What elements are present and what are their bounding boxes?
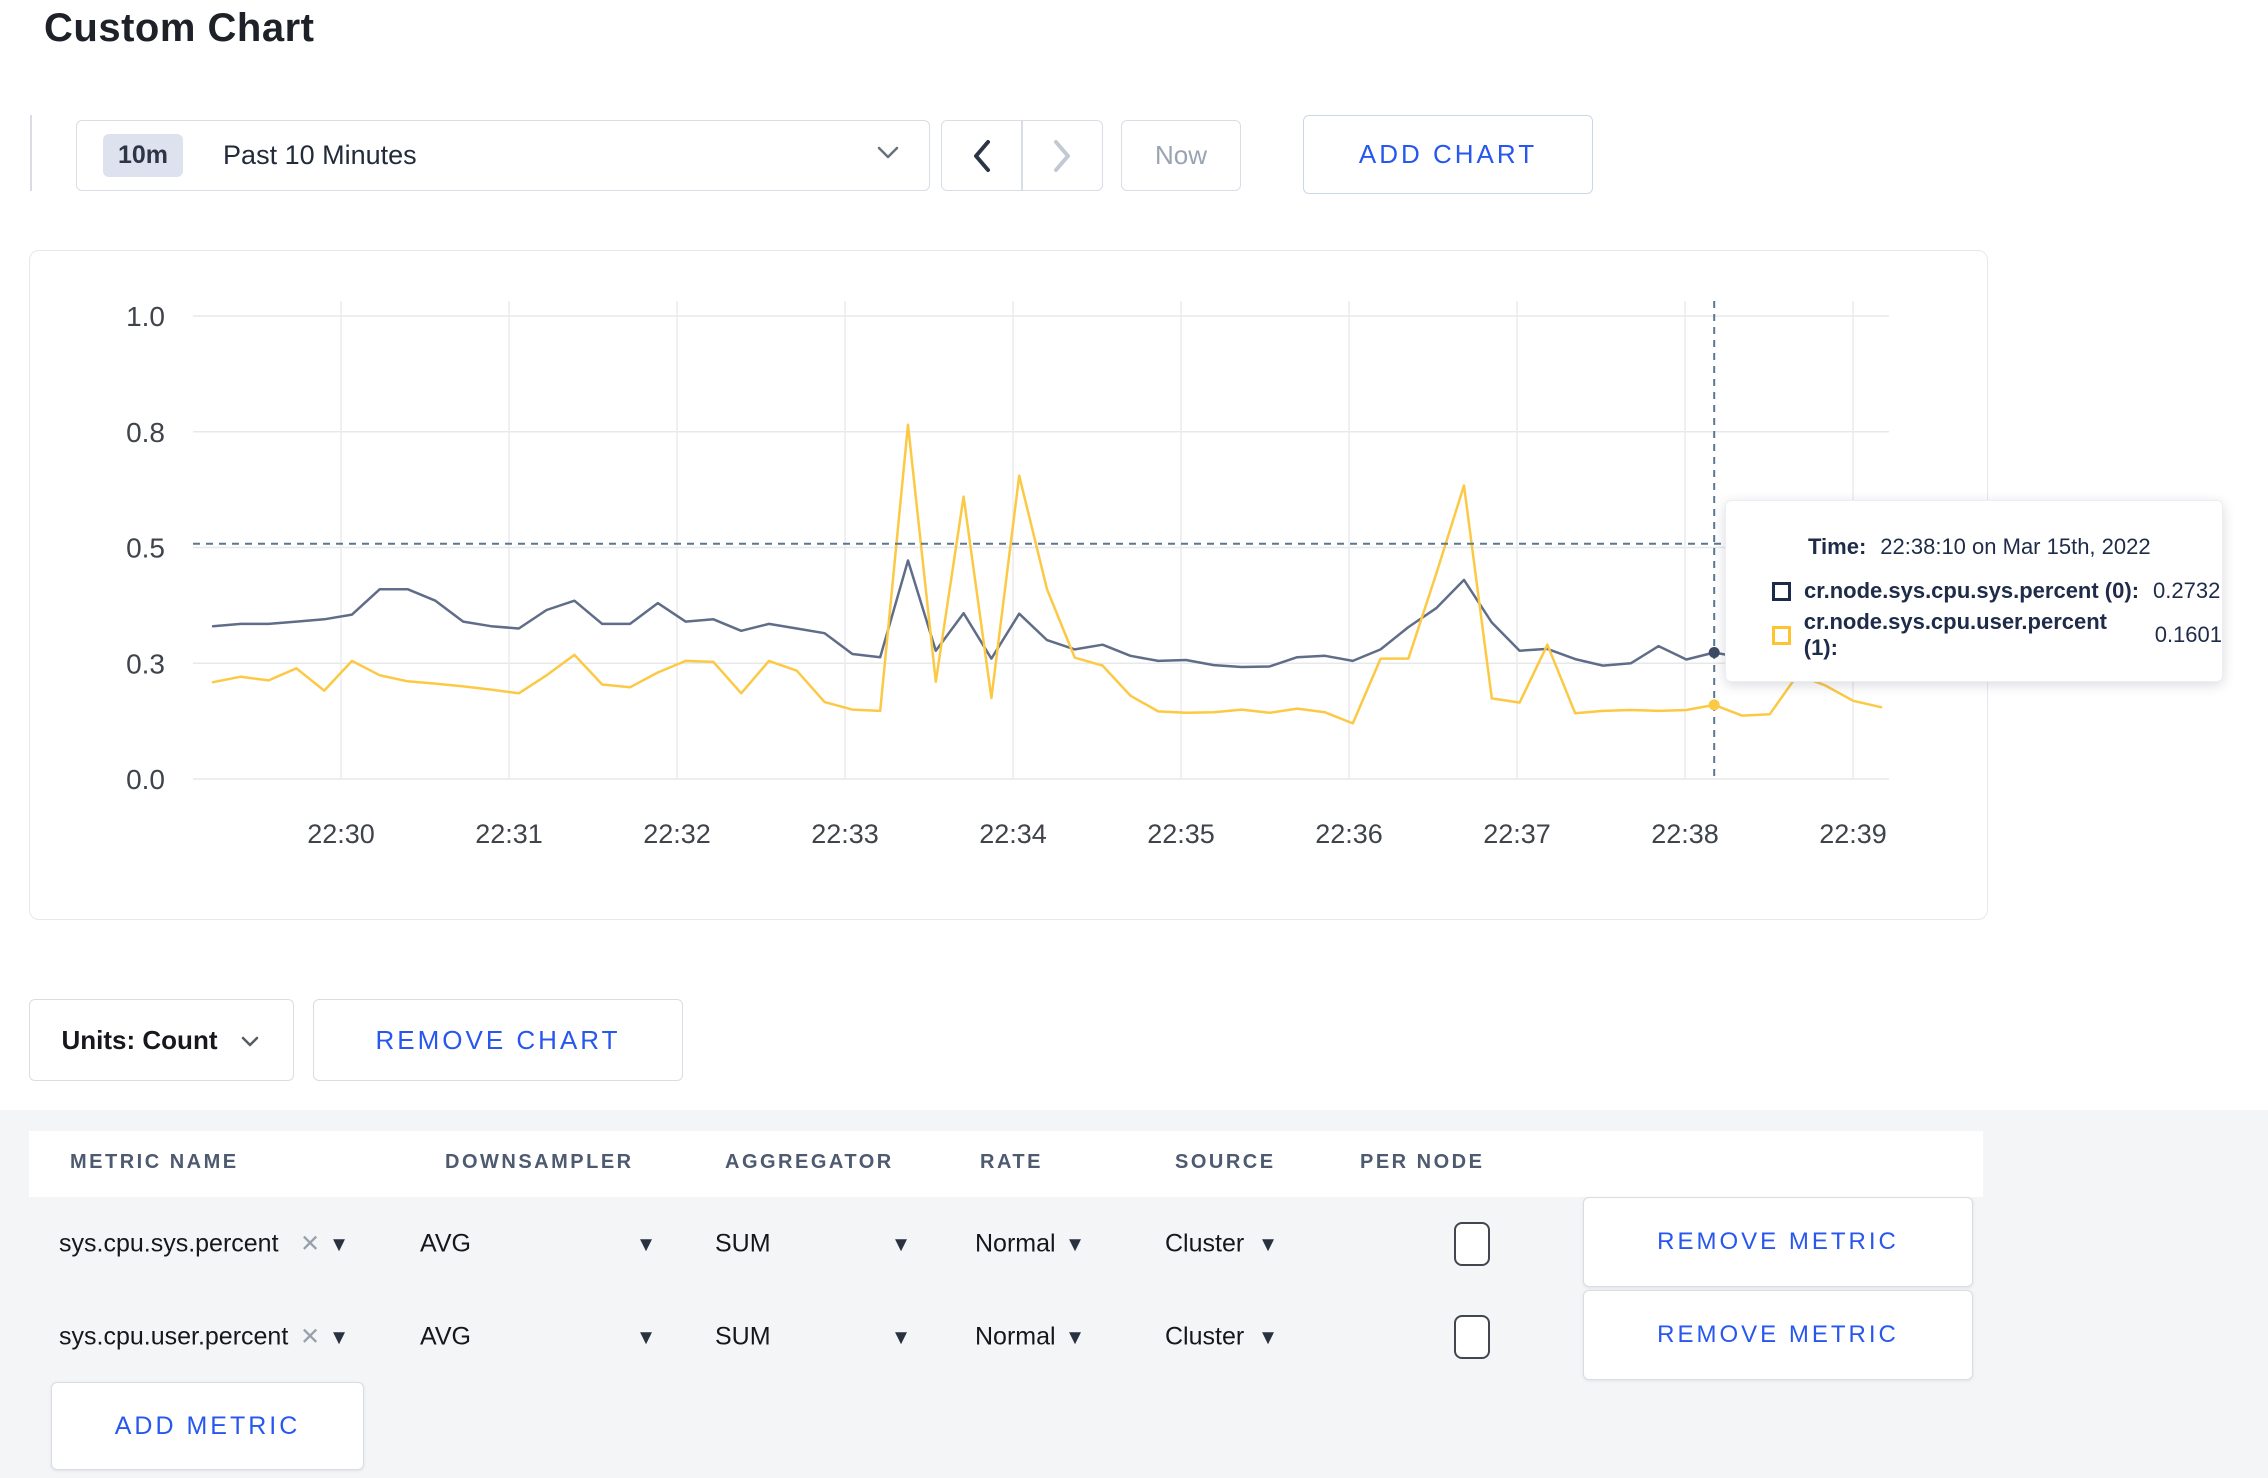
metric-name-caret-icon[interactable]: ▾ — [333, 1322, 345, 1351]
metrics-table-header: METRIC NAME DOWNSAMPLER AGGREGATOR RATE … — [29, 1131, 1983, 1197]
rate-value[interactable]: Normal — [975, 1322, 1056, 1351]
remove-metric-button[interactable]: REMOVE METRIC — [1583, 1290, 1973, 1380]
per-node-checkbox[interactable] — [1454, 1221, 1490, 1266]
user-series-line — [211, 423, 1883, 725]
x-axis-tick-label: 22:30 — [307, 819, 375, 849]
aggregator-caret-icon[interactable]: ▾ — [895, 1229, 907, 1258]
x-axis-tick-label: 22:31 — [475, 819, 543, 849]
x-axis-tick-label: 22:39 — [1819, 819, 1887, 849]
chevron-down-icon — [873, 143, 903, 168]
sys-series-swatch-icon — [1772, 581, 1791, 601]
sys-series-line — [211, 559, 1883, 669]
tooltip-sys-metric-value: 0.2732 — [2153, 578, 2221, 603]
downsampler-value[interactable]: AVG — [420, 1322, 471, 1351]
header-aggregator: AGGREGATOR — [725, 1151, 894, 1173]
y-axis-tick-label: 1.0 — [126, 301, 165, 332]
header-rate: RATE — [980, 1151, 1043, 1173]
y-axis-tick-label: 0.8 — [126, 417, 165, 448]
chevron-down-icon — [239, 1025, 261, 1056]
header-metric-name: METRIC NAME — [70, 1151, 239, 1173]
downsampler-value[interactable]: AVG — [420, 1229, 471, 1258]
downsampler-caret-icon[interactable]: ▾ — [640, 1322, 652, 1351]
aggregator-value[interactable]: SUM — [715, 1229, 771, 1258]
x-axis-tick-label: 22:35 — [1147, 819, 1215, 849]
header-per-node: PER NODE — [1360, 1151, 1485, 1173]
add-chart-button[interactable]: ADD CHART — [1303, 115, 1593, 194]
timeseries-chart[interactable]: 1.0 0.8 0.5 0.3 0.0 22:30 22:31 22:32 22:33 22:34… — [30, 251, 1987, 919]
toolbar-divider — [30, 115, 32, 191]
rate-value[interactable]: Normal — [975, 1229, 1056, 1258]
remove-tag-icon[interactable]: ✕ — [300, 1229, 320, 1258]
source-caret-icon[interactable]: ▾ — [1262, 1322, 1274, 1351]
y-axis-tick-label: 0.5 — [126, 533, 165, 564]
metric-name-value[interactable]: sys.cpu.user.percent — [59, 1322, 288, 1351]
chart-card: 1.0 0.8 0.5 0.3 0.0 22:30 22:31 22:32 22:33 22:34… — [29, 250, 1988, 920]
tooltip-user-metric-value: 0.1601 — [2154, 622, 2222, 647]
units-dropdown[interactable]: Units: Count — [29, 999, 294, 1081]
x-axis-tick-label: 22:34 — [979, 819, 1047, 849]
next-time-button[interactable] — [1023, 121, 1102, 190]
sys-series-hover-dot — [1708, 647, 1720, 659]
per-node-checkbox[interactable] — [1454, 1314, 1490, 1359]
aggregator-caret-icon[interactable]: ▾ — [895, 1322, 907, 1351]
x-axis-tick-label: 22:37 — [1483, 819, 1551, 849]
header-downsampler: DOWNSAMPLER — [445, 1151, 634, 1173]
chart-tooltip: Time: 22:38:10 on Mar 15th, 2022 cr.node… — [1725, 500, 2223, 682]
tooltip-user-metric-label: cr.node.sys.cpu.user.percent (1): — [1803, 609, 2107, 660]
units-label: Units: Count — [61, 1024, 218, 1055]
user-series-swatch-icon — [1772, 625, 1791, 645]
page-title: Custom Chart — [44, 6, 315, 50]
user-series-hover-dot — [1708, 699, 1720, 711]
metric-name-caret-icon[interactable]: ▾ — [333, 1229, 345, 1258]
custom-chart-page: Custom Chart 10m Past 10 Minutes Now ADD… — [0, 0, 2268, 1478]
downsampler-caret-icon[interactable]: ▾ — [640, 1229, 652, 1258]
time-range-label: Past 10 Minutes — [223, 140, 417, 170]
tooltip-sys-metric-label: cr.node.sys.cpu.sys.percent (0): — [1804, 578, 2140, 603]
y-axis-tick-label: 0.0 — [126, 764, 165, 795]
rate-caret-icon[interactable]: ▾ — [1069, 1229, 1081, 1258]
metric-name-value[interactable]: sys.cpu.sys.percent — [59, 1229, 279, 1258]
tooltip-time-value: 22:38:10 on Mar 15th, 2022 — [1880, 534, 2151, 559]
y-axis-tick-label: 0.3 — [126, 648, 165, 679]
x-axis-tick-label: 22:33 — [811, 819, 879, 849]
time-pager — [941, 120, 1103, 191]
source-caret-icon[interactable]: ▾ — [1262, 1229, 1274, 1258]
header-source: SOURCE — [1175, 1151, 1276, 1173]
remove-tag-icon[interactable]: ✕ — [300, 1322, 320, 1351]
metric-row-sys-cpu-user-percent: sys.cpu.user.percent ✕ ▾ AVG ▾ SUM ▾ Nor… — [29, 1290, 1983, 1383]
source-value[interactable]: Cluster — [1165, 1229, 1244, 1258]
prev-time-button[interactable] — [942, 121, 1021, 190]
source-value[interactable]: Cluster — [1165, 1322, 1244, 1351]
x-axis-tick-label: 22:36 — [1315, 819, 1383, 849]
now-button[interactable]: Now — [1121, 120, 1241, 191]
tooltip-time-label: Time: — [1808, 534, 1867, 559]
x-axis-tick-label: 22:38 — [1651, 819, 1719, 849]
add-metric-button[interactable]: ADD METRIC — [51, 1382, 364, 1470]
x-axis-tick-label: 22:32 — [643, 819, 711, 849]
rate-caret-icon[interactable]: ▾ — [1069, 1322, 1081, 1351]
time-range-badge: 10m — [103, 134, 184, 177]
remove-chart-button[interactable]: REMOVE CHART — [313, 999, 683, 1081]
metric-row-sys-cpu-sys-percent: sys.cpu.sys.percent ✕ ▾ AVG ▾ SUM ▾ Norm… — [29, 1197, 1983, 1290]
aggregator-value[interactable]: SUM — [715, 1322, 771, 1351]
remove-metric-button[interactable]: REMOVE METRIC — [1583, 1197, 1973, 1287]
time-range-dropdown[interactable]: 10m Past 10 Minutes — [76, 120, 930, 191]
